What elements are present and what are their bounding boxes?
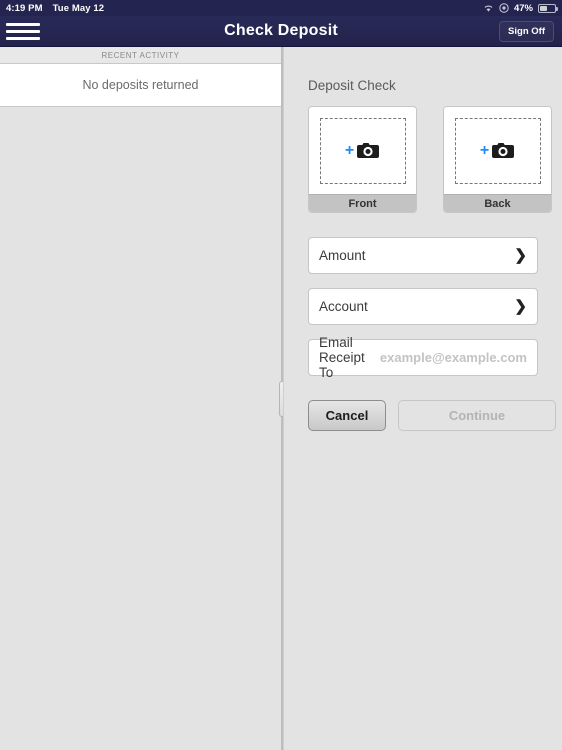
status-indicators: 47% bbox=[483, 2, 558, 14]
check-image-capture-row: + Front + Back bbox=[308, 106, 562, 213]
recent-activity-pane: RECENT ACTIVITY No deposits returned bbox=[0, 47, 281, 750]
capture-front-area[interactable]: + bbox=[309, 107, 416, 194]
camera-icon bbox=[357, 143, 380, 158]
amount-label: Amount bbox=[319, 248, 366, 263]
continue-button: Continue bbox=[398, 400, 556, 431]
capture-back-label: Back bbox=[444, 194, 551, 212]
capture-front-label: Front bbox=[309, 194, 416, 212]
cancel-button[interactable]: Cancel bbox=[308, 400, 386, 431]
capture-back-area[interactable]: + bbox=[444, 107, 551, 194]
camera-icon bbox=[492, 143, 515, 158]
wifi-icon bbox=[484, 5, 493, 12]
hamburger-menu-icon[interactable] bbox=[6, 16, 40, 47]
page-title: Check Deposit bbox=[224, 22, 338, 39]
email-receipt-field-row[interactable]: Email Receipt To example@example.com bbox=[308, 335, 538, 380]
capture-front-button[interactable]: + Front bbox=[308, 106, 417, 213]
battery-percent: 47% bbox=[513, 2, 533, 14]
navigation-bar: Check Deposit Sign Off bbox=[0, 16, 562, 47]
plus-icon: + bbox=[344, 141, 355, 159]
battery-icon bbox=[538, 3, 558, 13]
status-bar: 4:19 PM Tue May 12 47% bbox=[0, 0, 562, 16]
chevron-right-icon: ❯ bbox=[514, 298, 527, 315]
deposit-check-pane: Deposit Check + Front + Back Amount ❯ Ac… bbox=[283, 47, 562, 750]
email-receipt-label: Email Receipt To bbox=[319, 335, 365, 380]
sign-off-button[interactable]: Sign Off bbox=[499, 20, 554, 42]
capture-back-dashed-frame: + bbox=[454, 117, 541, 184]
recent-activity-header: RECENT ACTIVITY bbox=[0, 47, 281, 64]
recent-activity-empty-message: No deposits returned bbox=[0, 64, 281, 107]
email-receipt-input[interactable]: example@example.com bbox=[380, 350, 527, 365]
capture-back-button[interactable]: + Back bbox=[443, 106, 552, 213]
plus-icon: + bbox=[479, 141, 490, 159]
capture-front-dashed-frame: + bbox=[319, 117, 406, 184]
app-root: 4:19 PM Tue May 12 47% Check Deposit Sig… bbox=[0, 0, 562, 750]
chevron-right-icon: ❯ bbox=[514, 247, 527, 264]
account-label: Account bbox=[319, 299, 368, 314]
status-time: 4:19 PM bbox=[6, 2, 43, 14]
action-button-row: Cancel Continue bbox=[308, 400, 562, 431]
account-field-row[interactable]: Account ❯ bbox=[308, 288, 538, 325]
amount-field-row[interactable]: Amount ❯ bbox=[308, 237, 538, 274]
deposit-check-title: Deposit Check bbox=[308, 78, 396, 93]
rotation-lock-icon bbox=[499, 3, 509, 13]
status-date: Tue May 12 bbox=[52, 2, 105, 14]
